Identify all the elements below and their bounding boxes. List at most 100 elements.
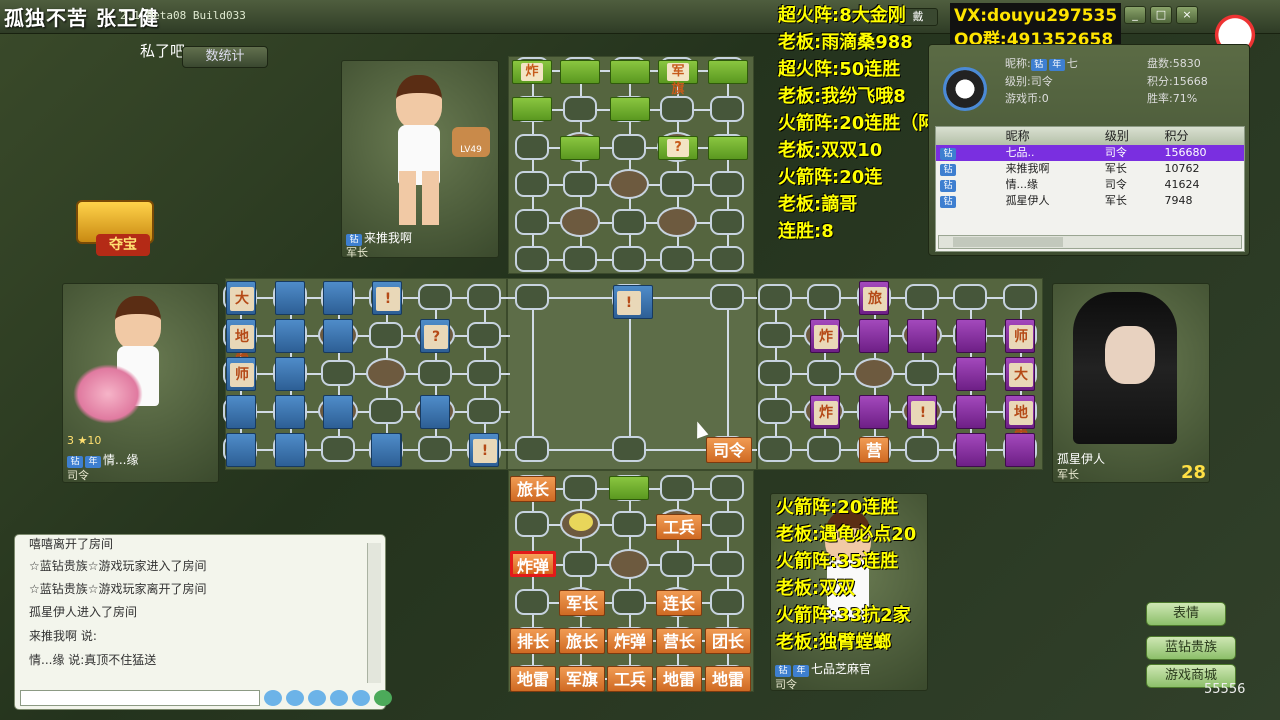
board-slot[interactable] [515, 246, 549, 272]
blue-piece[interactable] [275, 281, 305, 315]
board-slot[interactable] [905, 436, 939, 462]
chat-scrollbar[interactable] [367, 543, 381, 683]
green-piece[interactable] [610, 97, 650, 121]
board-slot[interactable] [758, 284, 792, 310]
blue-piece[interactable]: ! [469, 433, 499, 467]
camp-slot[interactable] [854, 358, 894, 388]
tool-icon[interactable] [352, 690, 370, 706]
purple-piece[interactable] [956, 395, 986, 429]
purple-piece[interactable]: ! [907, 395, 937, 429]
speaker-icon[interactable] [308, 690, 326, 706]
purple-piece[interactable] [956, 319, 986, 353]
user-row[interactable]: 钻 来推我啊 军长 10762 [936, 161, 1244, 177]
orange-piece[interactable]: 工兵 [607, 666, 653, 692]
orange-piece[interactable]: 旅长 [510, 476, 556, 502]
emoji-icon[interactable] [264, 690, 282, 706]
board-slot[interactable] [758, 436, 792, 462]
purple-piece[interactable] [1005, 433, 1035, 467]
green-piece[interactable] [708, 136, 748, 160]
stats-button[interactable]: 数统计 [182, 46, 268, 68]
orange-piece[interactable]: 工兵 [656, 514, 702, 540]
header-nick[interactable]: 昵称 [1006, 127, 1105, 145]
chat-input[interactable] [20, 690, 260, 706]
blue-piece[interactable] [275, 395, 305, 429]
green-piece[interactable] [560, 136, 600, 160]
blue-piece[interactable] [226, 395, 256, 429]
blue-piece-center[interactable]: ! [613, 285, 653, 319]
board-slot[interactable] [905, 284, 939, 310]
board-slot[interactable] [515, 134, 549, 160]
green-piece[interactable] [609, 476, 649, 500]
board-slot[interactable] [807, 436, 841, 462]
orange-piece[interactable]: 炸弹 [607, 628, 653, 654]
board-slot[interactable] [563, 171, 597, 197]
blue-piece[interactable] [226, 433, 256, 467]
board-slot[interactable] [710, 209, 744, 235]
emote-button[interactable]: 表情 [1146, 602, 1226, 626]
orange-piece-commander[interactable]: 司令 [706, 437, 752, 463]
header-score[interactable]: 积分 [1165, 127, 1244, 145]
vip-button[interactable]: 蓝钻贵族 [1146, 636, 1236, 660]
treasure-button[interactable]: 夺宝 [70, 196, 162, 260]
board-slot[interactable] [758, 398, 792, 424]
purple-piece[interactable] [956, 433, 986, 467]
blue-piece[interactable]: ! [372, 281, 402, 315]
board-slot[interactable] [710, 551, 744, 577]
board-slot[interactable] [515, 284, 549, 310]
board-slot[interactable] [467, 284, 501, 310]
board-slot[interactable] [563, 246, 597, 272]
purple-piece[interactable]: 大 [1005, 357, 1035, 391]
board-slot[interactable] [710, 171, 744, 197]
blue-piece[interactable] [323, 319, 353, 353]
horizontal-scrollbar[interactable] [938, 235, 1242, 249]
board-slot[interactable] [612, 209, 646, 235]
board-slot[interactable] [710, 284, 744, 310]
board-slot[interactable] [807, 284, 841, 310]
close-button[interactable]: × [1176, 6, 1198, 24]
left-player-card[interactable]: 3 ★10 钻年情...缘 司令 [62, 283, 219, 483]
green-piece[interactable]: 炸 [512, 60, 552, 84]
board-slot[interactable] [758, 322, 792, 348]
purple-piece[interactable]: 旅 [859, 281, 889, 315]
user-row[interactable]: 钻 七品.. 司令 156680 [936, 145, 1244, 161]
orange-piece[interactable]: 地雷 [705, 666, 751, 692]
camp-slot[interactable] [609, 169, 649, 199]
blue-piece[interactable] [371, 433, 401, 467]
green-piece[interactable]: 军旗 [658, 60, 698, 97]
orange-piece[interactable]: 地雷 [510, 666, 556, 692]
orange-piece[interactable]: 军旗 [559, 666, 605, 692]
board-slot[interactable] [660, 96, 694, 122]
purple-piece[interactable]: 地雷 [1005, 395, 1035, 445]
blue-piece[interactable] [420, 395, 450, 429]
board-slot[interactable] [321, 436, 355, 462]
orange-piece-camp[interactable]: 营 [859, 437, 889, 463]
blue-piece[interactable] [323, 281, 353, 315]
board-slot[interactable] [612, 436, 646, 462]
minimize-button[interactable]: _ [1124, 6, 1146, 24]
board-slot[interactable] [515, 436, 549, 462]
board-slot[interactable] [660, 475, 694, 501]
user-row[interactable]: 钻 情...缘 司令 41624 [936, 177, 1244, 193]
settings-icon[interactable] [374, 690, 392, 706]
blue-piece[interactable]: 地雷 [226, 319, 256, 369]
board-slot[interactable] [710, 246, 744, 272]
orange-piece[interactable]: 炸弹 [510, 551, 556, 577]
purple-piece[interactable]: 师 [1005, 319, 1035, 353]
right-player-card[interactable]: 孤星伊人 军长 28 [1052, 283, 1210, 483]
board-slot[interactable] [660, 171, 694, 197]
top-player-card[interactable]: LV49 钻来推我啊 军长 [341, 60, 499, 259]
header-rank[interactable]: 级别 [1105, 127, 1165, 145]
board-slot[interactable] [515, 589, 549, 615]
board-slot[interactable] [418, 284, 452, 310]
maximize-button[interactable]: □ [1150, 6, 1172, 24]
board-slot[interactable] [905, 360, 939, 386]
board-slot[interactable] [710, 475, 744, 501]
board-slot[interactable] [1003, 284, 1037, 310]
purple-piece[interactable] [859, 319, 889, 353]
purple-piece[interactable] [907, 319, 937, 353]
orange-piece[interactable]: 排长 [510, 628, 556, 654]
board-slot[interactable] [612, 134, 646, 160]
board-slot[interactable] [758, 360, 792, 386]
send-icon[interactable] [330, 690, 348, 706]
board-slot[interactable] [563, 96, 597, 122]
